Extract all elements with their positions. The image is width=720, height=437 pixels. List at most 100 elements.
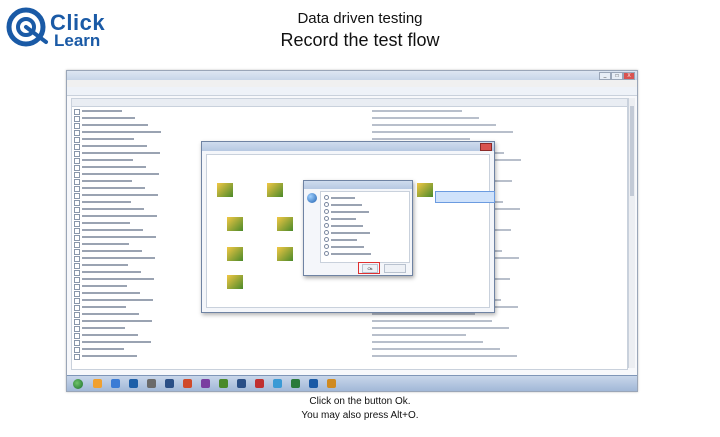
embedded-app-screenshot: _ □ X Ok bbox=[66, 70, 638, 392]
row-text-placeholder bbox=[82, 243, 129, 245]
radio-icon[interactable] bbox=[324, 209, 329, 215]
app-icon[interactable] bbox=[417, 183, 433, 197]
radio-icon[interactable] bbox=[324, 251, 329, 257]
choose-dialog-titlebar bbox=[304, 181, 412, 189]
taskbar-app-icon[interactable] bbox=[129, 379, 138, 388]
row-text-placeholder bbox=[82, 110, 122, 112]
row-text-placeholder bbox=[82, 264, 128, 266]
table-row[interactable] bbox=[72, 325, 627, 332]
row-text-placeholder bbox=[82, 138, 134, 140]
taskbar-app-icon[interactable] bbox=[219, 379, 228, 388]
taskbar-app-icon[interactable] bbox=[309, 379, 318, 388]
taskbar-app-icon[interactable] bbox=[273, 379, 282, 388]
table-row[interactable] bbox=[72, 318, 627, 325]
row-text-placeholder bbox=[82, 131, 161, 133]
radio-icon[interactable] bbox=[324, 202, 329, 208]
table-row[interactable] bbox=[72, 332, 627, 339]
caption-line-1: Click on the button Ok. bbox=[309, 396, 411, 407]
grid-header bbox=[72, 99, 627, 107]
row-detail-placeholder bbox=[372, 138, 470, 140]
app-titlebar: _ □ X bbox=[67, 71, 637, 80]
taskbar-app-icon[interactable] bbox=[291, 379, 300, 388]
app-icon[interactable] bbox=[227, 275, 243, 289]
scrollbar-thumb[interactable] bbox=[630, 106, 634, 196]
row-text-placeholder bbox=[82, 229, 143, 231]
table-row[interactable] bbox=[72, 353, 627, 360]
app-icon[interactable] bbox=[277, 247, 293, 261]
radio-option[interactable] bbox=[324, 209, 369, 215]
radio-option[interactable] bbox=[324, 244, 364, 250]
radio-icon[interactable] bbox=[324, 223, 329, 229]
toolbar bbox=[67, 87, 637, 96]
radio-option[interactable] bbox=[324, 230, 370, 236]
row-text-placeholder bbox=[82, 117, 135, 119]
table-row[interactable] bbox=[72, 346, 627, 353]
windows-start-icon[interactable] bbox=[73, 379, 83, 389]
taskbar-app-icon[interactable] bbox=[255, 379, 264, 388]
row-text-placeholder bbox=[82, 355, 137, 357]
row-detail-placeholder bbox=[372, 327, 509, 329]
close-button[interactable]: X bbox=[623, 72, 635, 80]
taskbar-app-icon[interactable] bbox=[201, 379, 210, 388]
app-icon[interactable] bbox=[217, 183, 233, 197]
row-text-placeholder bbox=[82, 124, 148, 126]
row-text-placeholder bbox=[82, 194, 158, 196]
row-text-placeholder bbox=[82, 215, 157, 217]
close-icon[interactable] bbox=[480, 143, 492, 151]
radio-option[interactable] bbox=[324, 251, 371, 257]
row-text-placeholder bbox=[82, 271, 141, 273]
row-text-placeholder bbox=[82, 187, 145, 189]
radio-option[interactable] bbox=[324, 223, 363, 229]
row-text-placeholder bbox=[82, 152, 160, 154]
table-row[interactable] bbox=[72, 108, 627, 115]
table-row[interactable] bbox=[72, 129, 627, 136]
row-text-placeholder bbox=[82, 320, 152, 322]
row-detail-placeholder bbox=[372, 334, 466, 336]
taskbar-app-icon[interactable] bbox=[111, 379, 120, 388]
row-text-placeholder bbox=[82, 250, 142, 252]
app-icon[interactable] bbox=[227, 247, 243, 261]
row-text-placeholder bbox=[82, 201, 131, 203]
row-text-placeholder bbox=[82, 299, 153, 301]
ok-button[interactable]: Ok bbox=[362, 264, 378, 273]
taskbar-app-icon[interactable] bbox=[147, 379, 156, 388]
app-icon[interactable] bbox=[277, 217, 293, 231]
slide-title: Data driven testing bbox=[297, 10, 423, 27]
app-icon[interactable] bbox=[227, 217, 243, 231]
row-detail-placeholder bbox=[372, 313, 475, 315]
radio-icon[interactable] bbox=[324, 237, 329, 243]
radio-option[interactable] bbox=[324, 237, 357, 243]
option-text-placeholder bbox=[331, 210, 369, 213]
radio-icon[interactable] bbox=[324, 216, 329, 222]
radio-option[interactable] bbox=[324, 216, 356, 222]
selected-item[interactable] bbox=[435, 191, 495, 203]
taskbar-app-icon[interactable] bbox=[237, 379, 246, 388]
taskbar-app-icon[interactable] bbox=[93, 379, 102, 388]
row-text-placeholder bbox=[82, 341, 151, 343]
row-checkbox[interactable] bbox=[74, 354, 80, 360]
table-row[interactable] bbox=[72, 339, 627, 346]
app-icon[interactable] bbox=[267, 183, 283, 197]
maximize-button[interactable]: □ bbox=[611, 72, 623, 80]
option-text-placeholder bbox=[331, 252, 371, 255]
choose-dialog: Ok bbox=[303, 180, 413, 276]
taskbar-app-icon[interactable] bbox=[165, 379, 174, 388]
radio-icon[interactable] bbox=[324, 230, 329, 236]
table-row[interactable] bbox=[72, 122, 627, 129]
minimize-button[interactable]: _ bbox=[599, 72, 611, 80]
cancel-button[interactable] bbox=[384, 264, 406, 273]
radio-icon[interactable] bbox=[324, 244, 329, 250]
row-text-placeholder bbox=[82, 334, 138, 336]
row-detail-placeholder bbox=[372, 117, 479, 119]
radio-option[interactable] bbox=[324, 195, 355, 201]
table-row[interactable] bbox=[72, 115, 627, 122]
radio-icon[interactable] bbox=[324, 195, 329, 201]
radio-option[interactable] bbox=[324, 202, 362, 208]
vertical-scrollbar[interactable] bbox=[628, 98, 635, 368]
taskbar-app-icon[interactable] bbox=[183, 379, 192, 388]
row-detail-placeholder bbox=[372, 355, 517, 357]
taskbar-app-icon[interactable] bbox=[327, 379, 336, 388]
taskbar bbox=[67, 375, 637, 391]
row-text-placeholder bbox=[82, 292, 140, 294]
option-text-placeholder bbox=[331, 196, 355, 199]
